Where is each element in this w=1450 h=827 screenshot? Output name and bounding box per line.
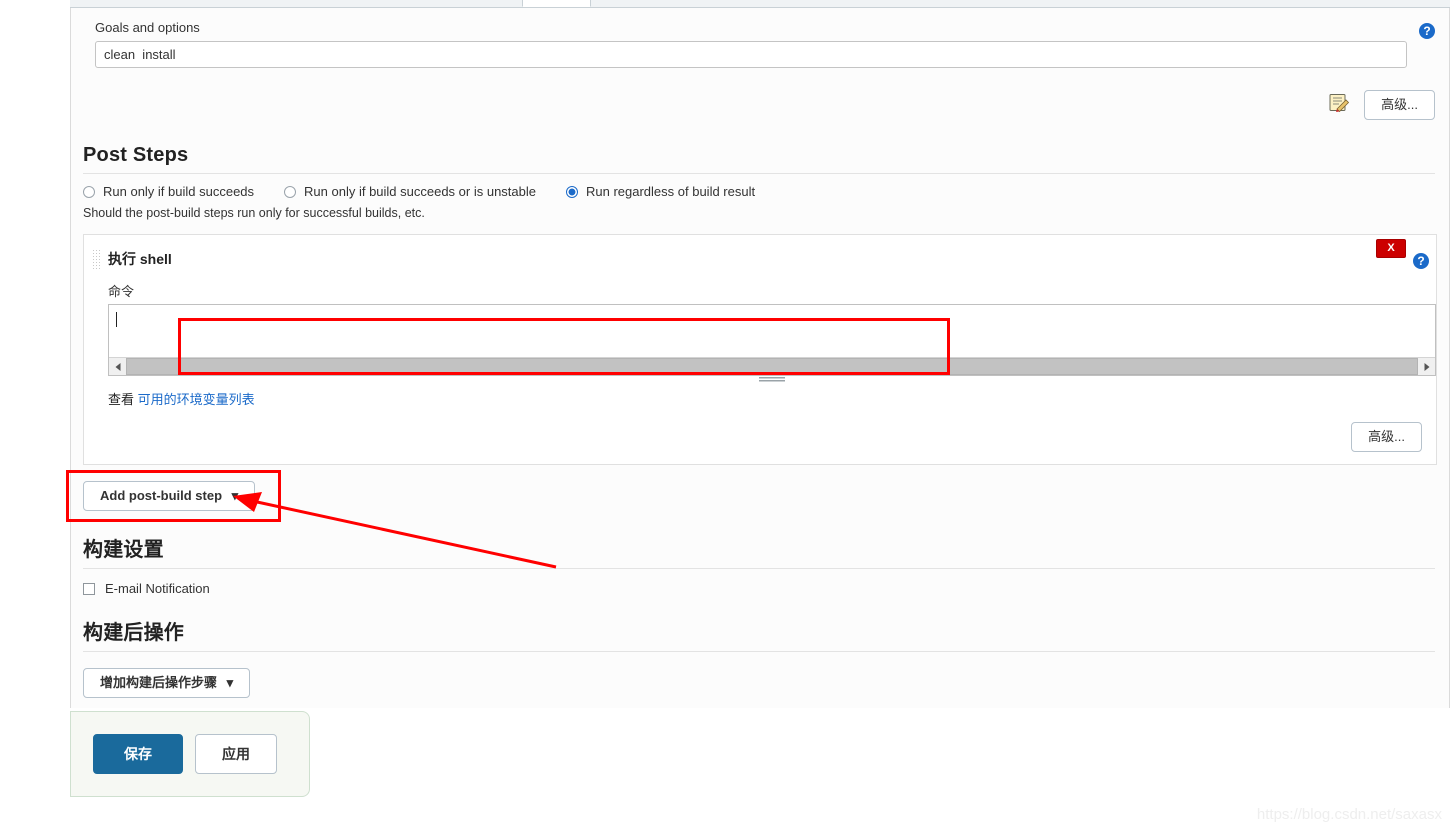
jenkins-job-config-screen: General 源码管理 构建触发器 构建环境 Pre Steps Build … <box>0 0 1450 827</box>
add-post-build-step-label: Add post-build step <box>100 488 223 503</box>
watermark: https://blog.csdn.net/saxasx <box>1256 806 1442 823</box>
env-variables-link[interactable]: 可用的环境变量列表 <box>138 392 255 407</box>
goals-and-options-section: ? Goals and options <box>71 8 1449 68</box>
chevron-down-icon: ▾ <box>226 675 234 690</box>
builder-advanced-button[interactable]: 高级... <box>1351 422 1422 452</box>
builder-execute-shell: X ? 执行 shell 命令 查看 可用的环境变量列表 高级... <box>83 234 1437 465</box>
post-steps-radio-group: Run only if build succeeds Run only if b… <box>83 174 1435 199</box>
save-button[interactable]: 保存 <box>93 734 183 774</box>
command-textarea[interactable] <box>109 305 1435 357</box>
build-settings-heading: 构建设置 <box>83 539 164 561</box>
drag-handle-icon[interactable] <box>92 249 101 271</box>
tab-post-build-actions[interactable]: 构建后操作 <box>778 0 879 7</box>
radio-run-if-succeeds[interactable] <box>83 185 95 198</box>
builder-advanced-row: 高级... <box>84 408 1436 464</box>
tab-build-settings[interactable]: 构建设置 <box>690 0 778 7</box>
radio-run-if-succeeds-or-unstable[interactable] <box>284 185 297 198</box>
config-form-panel: ? Goals and options 高级... Post Steps <box>70 8 1450 708</box>
post-build-actions-heading: 构建后操作 <box>83 622 184 644</box>
notepad-pencil-icon[interactable] <box>1328 93 1350 118</box>
tab-build-environment[interactable]: 构建环境 <box>341 0 429 7</box>
goals-and-options-label: Goals and options <box>95 20 200 35</box>
command-horizontal-scrollbar[interactable] <box>109 357 1435 375</box>
scroll-right-arrow-icon[interactable] <box>1418 358 1435 375</box>
chevron-down-icon: ▾ <box>231 488 239 503</box>
help-icon[interactable]: ? <box>1419 23 1435 39</box>
tab-build-triggers[interactable]: 构建触发器 <box>241 0 342 7</box>
radio-run-regardless[interactable] <box>566 185 578 198</box>
radio-label-run-if-succeeds: Run only if build succeeds <box>103 184 255 199</box>
form-action-bar: 保存 应用 <box>70 711 310 797</box>
text-caret <box>116 312 117 327</box>
tab-post-steps[interactable]: Post Steps <box>591 0 689 7</box>
tab-build[interactable]: Build <box>521 0 592 7</box>
email-notification-checkbox[interactable] <box>83 582 95 595</box>
add-post-build-step-row: Add post-build step ▾ <box>71 465 1449 511</box>
add-post-build-action-label: 增加构建后操作步骤 <box>100 675 218 690</box>
add-post-build-action-button[interactable]: 增加构建后操作步骤 ▾ <box>83 668 251 698</box>
tab-general[interactable]: General <box>70 0 152 7</box>
config-tab-bar: General 源码管理 构建触发器 构建环境 Pre Steps Build … <box>70 0 1450 8</box>
command-textarea-wrapper <box>108 304 1436 384</box>
tab-pre-steps[interactable]: Pre Steps <box>429 0 522 7</box>
add-post-build-step-button[interactable]: Add post-build step ▾ <box>83 481 256 511</box>
delete-builder-button[interactable]: X <box>1376 239 1406 258</box>
goals-advanced-button[interactable]: 高级... <box>1364 90 1435 120</box>
scroll-left-arrow-icon[interactable] <box>109 358 126 375</box>
tab-source-management[interactable]: 源码管理 <box>152 0 240 7</box>
help-icon[interactable]: ? <box>1413 253 1429 269</box>
goals-advanced-row: 高级... <box>71 68 1449 120</box>
post-build-actions-section: 构建后操作 增加构建后操作步骤 ▾ <box>71 596 1449 698</box>
textarea-resize-grip[interactable] <box>759 377 785 384</box>
email-notification-row[interactable]: E-mail Notification <box>83 569 1435 596</box>
post-steps-hint: Should the post-build steps run only for… <box>83 206 425 220</box>
radio-label-run-if-succeeds-or-unstable: Run only if build succeeds or is unstabl… <box>304 184 536 199</box>
email-notification-label: E-mail Notification <box>105 581 210 596</box>
command-label: 命令 <box>108 284 135 299</box>
apply-button[interactable]: 应用 <box>195 734 277 774</box>
build-settings-section: 构建设置 E-mail Notification <box>71 511 1449 596</box>
env-prefix-text: 查看 <box>108 392 135 407</box>
radio-label-run-regardless: Run regardless of build result <box>586 184 756 199</box>
goals-and-options-input[interactable] <box>95 41 1407 68</box>
post-steps-heading: Post Steps <box>83 144 189 166</box>
builder-title: 执行 shell <box>108 251 172 267</box>
post-steps-section: Post Steps Run only if build succeeds Ru… <box>71 120 1449 220</box>
scrollbar-thumb[interactable] <box>126 358 1418 375</box>
